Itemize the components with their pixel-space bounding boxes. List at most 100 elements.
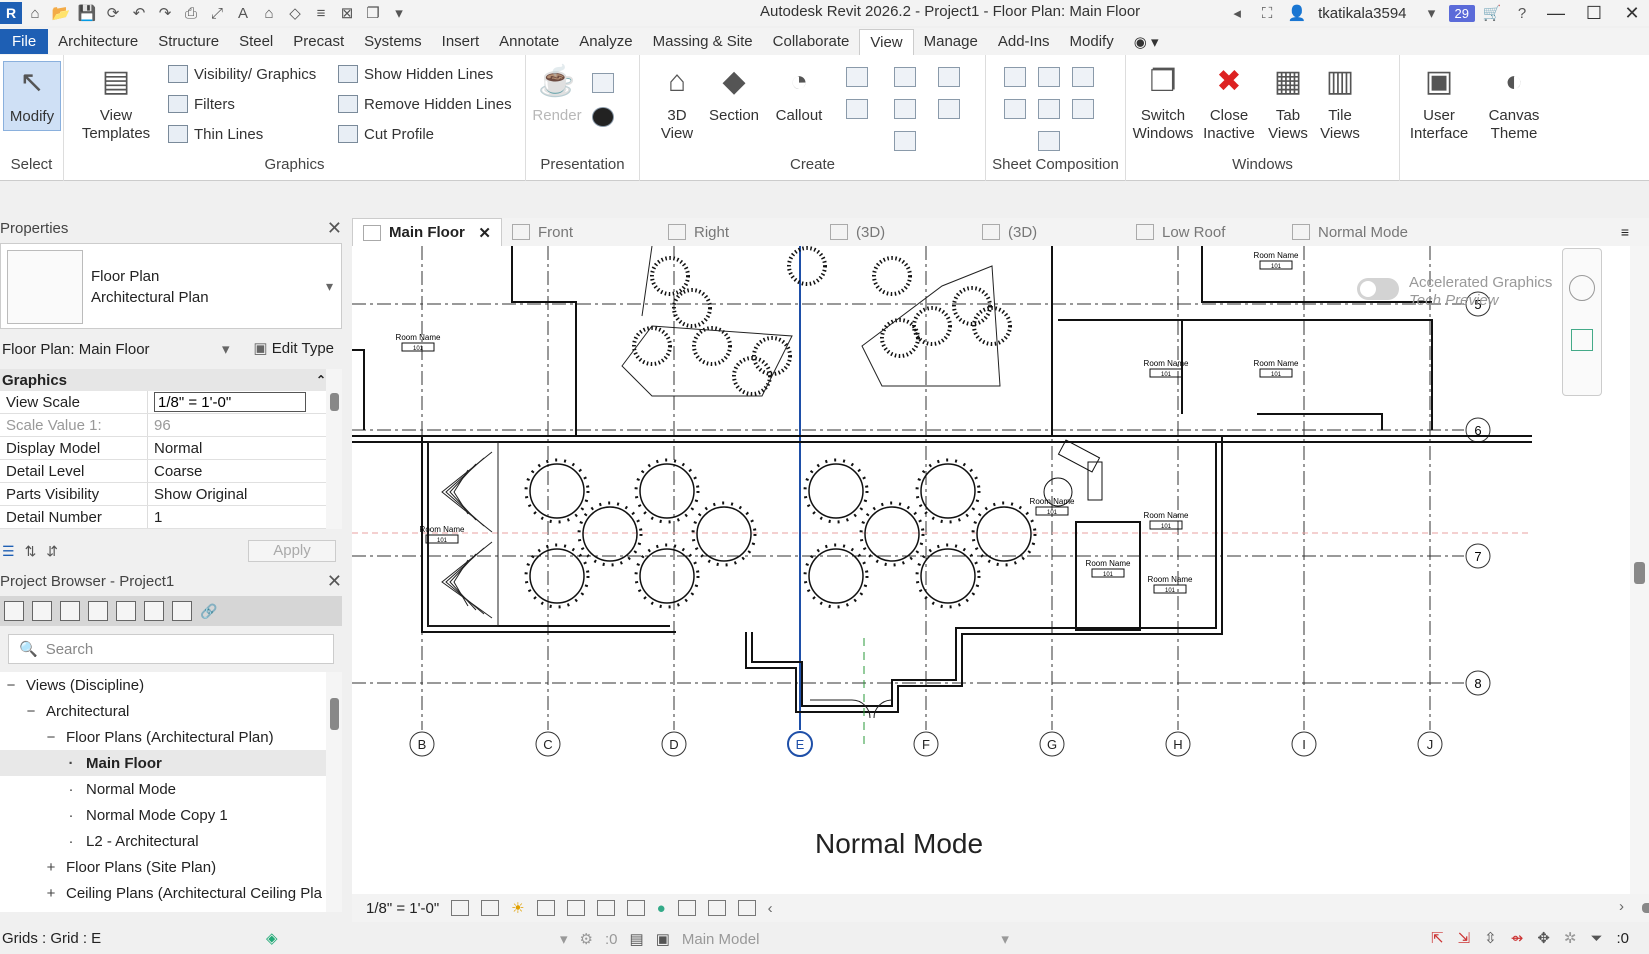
user-icon[interactable]: 👤 — [1284, 2, 1310, 24]
close-inactive-button[interactable]: ✖ Close Inactive — [1198, 61, 1260, 143]
sheet-icon[interactable] — [1004, 67, 1026, 87]
table-chairs[interactable] — [634, 458, 700, 524]
sheets-icon[interactable] — [60, 601, 80, 621]
tab-architecture[interactable]: Architecture — [48, 29, 148, 54]
temp-hide-icon[interactable]: ● — [657, 900, 666, 917]
wall[interactable] — [352, 349, 365, 430]
chevron-down-icon[interactable]: ▾ — [1419, 2, 1445, 24]
zoom-icon[interactable] — [1571, 329, 1593, 351]
collapse-icon[interactable]: − — [24, 703, 38, 720]
tab-modify[interactable]: Modify — [1060, 29, 1124, 54]
tree-leaf-icon[interactable]: · — [64, 755, 78, 772]
notification-badge[interactable]: 29 — [1448, 4, 1475, 22]
place-view-icon[interactable] — [1038, 67, 1060, 87]
render-gallery-icon[interactable] — [592, 107, 614, 127]
remove-hidden-lines-button[interactable]: Remove Hidden Lines — [338, 95, 512, 113]
round-table[interactable] — [639, 463, 695, 519]
round-table[interactable] — [864, 506, 920, 562]
sun-path-icon[interactable]: ☀ — [511, 899, 524, 917]
sort-desc-icon[interactable]: ⇵ — [46, 543, 58, 560]
chevron-down-icon[interactable]: ▾ — [222, 340, 230, 358]
canvas-theme-button[interactable]: ◐ Canvas Theme — [1478, 61, 1550, 143]
background-process-icon[interactable]: ✲ — [1564, 929, 1577, 947]
reveal-hidden-icon[interactable] — [677, 900, 696, 916]
canvas-vertical-scrollbar[interactable] — [1630, 246, 1649, 894]
section-button[interactable]: ◆ Section — [704, 61, 764, 125]
matchline-icon[interactable] — [1072, 99, 1094, 119]
view-tab[interactable]: Front — [502, 218, 658, 246]
room-tag-name[interactable]: Room Name — [1144, 511, 1189, 520]
worksharing-icon[interactable]: ◈ — [266, 929, 278, 947]
floor-plan-drawing[interactable]: B C D E F G H I J5678Room Name101Room Name101Roo… — [352, 246, 1630, 894]
table-chairs[interactable] — [803, 458, 869, 524]
collapse-icon[interactable]: − — [44, 729, 58, 746]
tree-node[interactable]: − Architectural — [0, 698, 326, 724]
room-tag-name[interactable]: Room Name — [1144, 359, 1189, 368]
room-tag-name[interactable]: Room Name — [1148, 575, 1193, 584]
room-tag-name[interactable]: Room Name — [420, 525, 465, 534]
guide-grid-icon[interactable] — [1038, 99, 1060, 119]
view-tab[interactable]: Main Floor ✕ — [352, 218, 502, 246]
legends-icon[interactable] — [894, 131, 916, 151]
tab-add-ins[interactable]: Add-Ins — [988, 29, 1060, 54]
wall[interactable] — [745, 436, 1223, 713]
cart-icon[interactable]: 🛒 — [1479, 2, 1505, 24]
round-table[interactable] — [808, 463, 864, 519]
tab-collaborate[interactable]: Collaborate — [763, 29, 860, 54]
cut-profile-button[interactable]: Cut Profile — [338, 125, 434, 143]
close-button[interactable]: ✕ — [1615, 3, 1649, 24]
tree-leaf-icon[interactable]: · — [64, 833, 78, 850]
table-chairs[interactable] — [634, 543, 700, 609]
tab-structure[interactable]: Structure — [148, 29, 229, 54]
tab-steel[interactable]: Steel — [229, 29, 283, 54]
room-tag-name[interactable]: Room Name — [1254, 359, 1299, 368]
select-panel-title[interactable]: Select — [0, 156, 63, 173]
view-tab[interactable]: (3D) — [972, 218, 1126, 246]
prop-value[interactable]: Show Original — [148, 483, 326, 505]
show-crop-icon[interactable] — [596, 900, 615, 916]
chevron-down-icon[interactable]: ▾ — [560, 930, 568, 948]
planting[interactable] — [632, 326, 672, 366]
collapse-icon[interactable]: ⌃ — [316, 373, 326, 387]
round-table[interactable] — [976, 506, 1032, 562]
print-icon[interactable]: ⎙ — [178, 2, 204, 24]
room-tag-name[interactable]: Room Name — [1086, 559, 1131, 568]
chevron-left-icon[interactable]: ‹ — [768, 900, 773, 917]
planter[interactable] — [861, 265, 1001, 387]
room-tag-name[interactable]: Room Name — [1030, 497, 1075, 506]
wall[interactable] — [511, 246, 577, 436]
tree-leaf-icon[interactable]: · — [64, 781, 78, 798]
tree-node[interactable]: · Normal Mode Copy 1 — [0, 802, 326, 828]
crop-view-icon[interactable] — [566, 900, 585, 916]
categorized-icon[interactable]: ☰ — [2, 543, 15, 560]
detail-level-icon[interactable] — [451, 900, 470, 916]
round-table[interactable] — [808, 548, 864, 604]
elevation-icon[interactable] — [846, 99, 868, 119]
maximize-button[interactable]: ☐ — [1577, 3, 1611, 24]
active-model[interactable]: Main Model — [682, 931, 760, 948]
tab-analyze[interactable]: Analyze — [569, 29, 642, 54]
switch-windows-icon[interactable]: ❐ — [360, 2, 386, 24]
schedules-icon[interactable] — [88, 601, 108, 621]
prop-value[interactable]: Normal — [148, 437, 326, 459]
callout-button[interactable]: ◔ Callout — [768, 61, 830, 125]
analysis-icon[interactable] — [707, 900, 726, 916]
cloud-render-icon[interactable] — [592, 73, 614, 93]
round-table[interactable] — [582, 506, 638, 562]
user-name[interactable]: tkatikala3594 — [1318, 5, 1406, 22]
select-pinned-icon[interactable]: ⇳ — [1484, 929, 1497, 947]
revisions-icon[interactable] — [1004, 99, 1026, 119]
minimize-button[interactable]: — — [1539, 3, 1573, 24]
planting[interactable] — [650, 256, 690, 296]
drafting-view-icon[interactable] — [894, 67, 916, 87]
tree-node[interactable]: − Floor Plans (Architectural Plan) — [0, 724, 326, 750]
tab-menu-icon[interactable]: ≡ — [1621, 224, 1649, 240]
close-tab-icon[interactable]: ✕ — [478, 224, 491, 242]
toggle-switch[interactable] — [1357, 278, 1399, 300]
tab-annotate[interactable]: Annotate — [489, 29, 569, 54]
planting[interactable] — [787, 246, 827, 286]
view-scale-input[interactable] — [154, 392, 306, 412]
drag-elements-icon[interactable]: ✥ — [1537, 929, 1550, 947]
tab-manage[interactable]: Manage — [914, 29, 988, 54]
families-icon[interactable] — [116, 601, 136, 621]
